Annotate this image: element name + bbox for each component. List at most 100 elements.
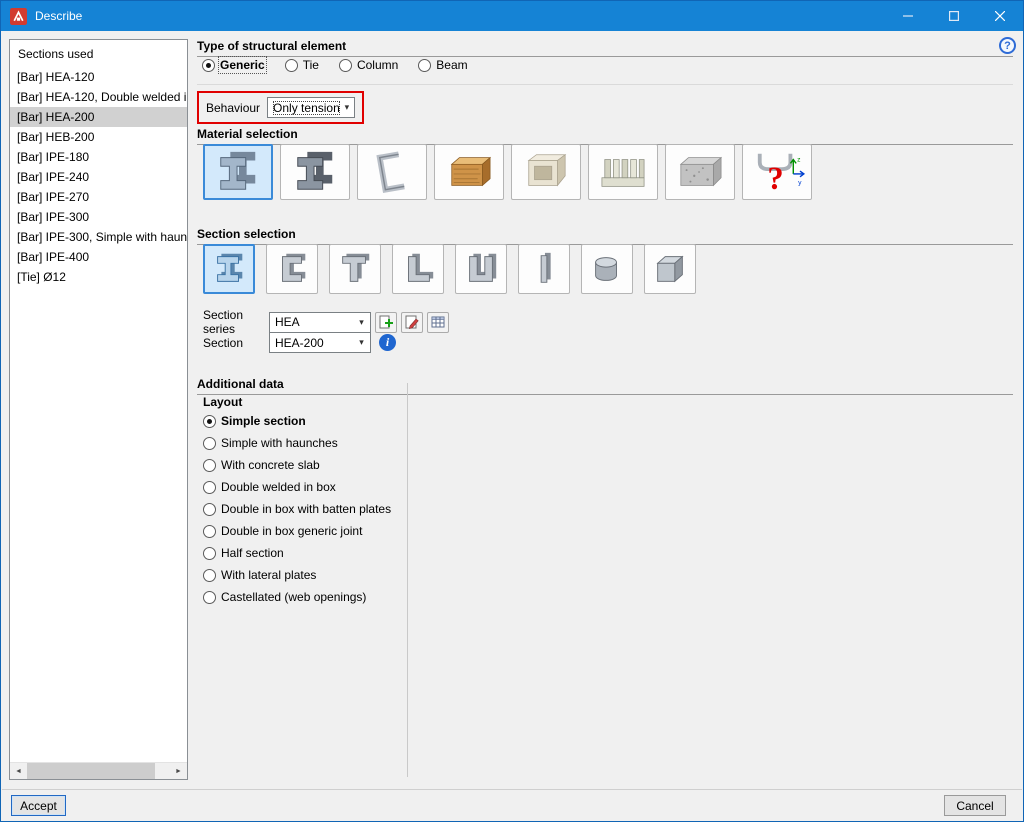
add-series-button[interactable] [375, 312, 397, 333]
footer-separator [2, 789, 1022, 790]
minimize-icon [903, 11, 913, 21]
describe-dialog: Describe ? Sections used [Bar] [0, 0, 1024, 822]
radio-icon [203, 525, 216, 538]
u-section-icon [460, 250, 502, 288]
list-item-label: [Tie] Ø12 [17, 270, 66, 284]
cancel-button[interactable]: Cancel [944, 795, 1006, 816]
radio-simple-section[interactable]: Simple section [203, 414, 391, 428]
radio-label: Simple section [221, 414, 306, 428]
scrollbar-thumb[interactable] [27, 763, 155, 779]
material-aluminium-button[interactable] [588, 144, 658, 200]
radio-label: Simple with haunches [221, 436, 338, 450]
section-label: Section [203, 336, 269, 350]
behaviour-select[interactable]: Only tension ▾ [267, 97, 355, 118]
material-selection-header: Material selection [197, 127, 1013, 145]
radio-beam[interactable]: Beam [418, 58, 467, 72]
radio-tie[interactable]: Tie [285, 58, 319, 72]
material-timber-button[interactable] [434, 144, 504, 200]
radio-with-lateral-plates[interactable]: With lateral plates [203, 568, 391, 582]
maximize-button[interactable] [931, 1, 977, 31]
undefined-material-icon: ? z y [748, 149, 806, 195]
scroll-right-icon[interactable]: ► [170, 763, 187, 779]
horizontal-scrollbar[interactable]: ◄ ► [10, 762, 187, 779]
radio-icon [339, 59, 352, 72]
section-row: Section HEA-200 ▾ i [203, 332, 396, 353]
list-item[interactable]: [Bar] HEB-200 [10, 127, 187, 147]
accept-button[interactable]: Accept [11, 795, 66, 816]
shape-channel-button[interactable] [266, 244, 318, 294]
shape-i-section-button[interactable] [203, 244, 255, 294]
list-item[interactable]: [Bar] IPE-240 [10, 167, 187, 187]
radio-icon [203, 569, 216, 582]
t-section-icon [334, 250, 376, 288]
list-item[interactable]: [Bar] IPE-400 [10, 247, 187, 267]
shape-round-bar-button[interactable] [581, 244, 633, 294]
material-cold-formed-steel-button[interactable] [357, 144, 427, 200]
list-item-label: [Bar] IPE-240 [17, 170, 89, 184]
radio-half-section[interactable]: Half section [203, 546, 391, 560]
welded-steel-icon [286, 149, 344, 195]
shape-square-bar-button[interactable] [644, 244, 696, 294]
list-item[interactable]: [Bar] HEA-120, Double welded in box [10, 87, 187, 107]
section-select[interactable]: HEA-200 ▾ [269, 332, 371, 353]
list-item-label: [Bar] IPE-300, Simple with haunches [17, 230, 187, 244]
behaviour-label: Behaviour [206, 101, 260, 115]
edit-series-button[interactable] [401, 312, 423, 333]
info-icon[interactable]: i [379, 334, 396, 351]
radio-simple-with-haunches[interactable]: Simple with haunches [203, 436, 391, 450]
section-selection-header: Section selection [197, 227, 1013, 245]
series-table-button[interactable] [427, 312, 449, 333]
i-section-icon [208, 250, 250, 288]
list-item[interactable]: [Bar] IPE-270 [10, 187, 187, 207]
material-rolled-steel-button[interactable] [203, 144, 273, 200]
radio-label: Generic [220, 58, 265, 72]
radio-label: Double welded in box [221, 480, 336, 494]
radio-label: With lateral plates [221, 568, 316, 582]
list-item[interactable]: [Bar] HEA-120 [10, 67, 187, 87]
sections-used-panel: Sections used [Bar] HEA-120 [Bar] HEA-12… [9, 39, 188, 780]
shape-angle-button[interactable] [392, 244, 444, 294]
radio-icon [203, 547, 216, 560]
sections-used-list: [Bar] HEA-120 [Bar] HEA-120, Double weld… [10, 67, 187, 287]
minimize-button[interactable] [885, 1, 931, 31]
list-item[interactable]: [Bar] HEA-200 [10, 107, 187, 127]
close-icon [995, 11, 1005, 21]
list-item-label: [Bar] HEB-200 [17, 130, 94, 144]
material-undefined-button[interactable]: ? z y [742, 144, 812, 200]
radio-icon [203, 437, 216, 450]
radio-label: Beam [436, 58, 467, 72]
material-concrete-button[interactable] [665, 144, 735, 200]
concrete-icon [671, 149, 729, 195]
radio-double-in-box-generic-joint[interactable]: Double in box generic joint [203, 524, 391, 538]
angle-section-icon [397, 250, 439, 288]
close-button[interactable] [977, 1, 1023, 31]
shape-t-section-button[interactable] [329, 244, 381, 294]
type-of-element-header: Type of structural element [197, 39, 1013, 57]
timber-icon [440, 149, 498, 195]
scroll-left-icon[interactable]: ◄ [10, 763, 27, 779]
radio-icon [202, 59, 215, 72]
additional-data-header: Additional data [197, 377, 1013, 395]
radio-column[interactable]: Column [339, 58, 398, 72]
shape-u-section-button[interactable] [455, 244, 507, 294]
list-item[interactable]: [Bar] IPE-300 [10, 207, 187, 227]
radio-label: Double in box generic joint [221, 524, 362, 538]
radio-generic[interactable]: Generic [202, 58, 265, 72]
list-item-label: [Bar] IPE-300 [17, 210, 89, 224]
svg-text:y: y [798, 179, 802, 186]
radio-castellated[interactable]: Castellated (web openings) [203, 590, 391, 604]
sections-used-header: Sections used [10, 40, 187, 67]
radio-with-concrete-slab[interactable]: With concrete slab [203, 458, 391, 472]
list-item[interactable]: [Tie] Ø12 [10, 267, 187, 287]
radio-double-welded-in-box[interactable]: Double welded in box [203, 480, 391, 494]
material-welded-steel-button[interactable] [280, 144, 350, 200]
edit-icon [404, 314, 420, 330]
list-item[interactable]: [Bar] IPE-300, Simple with haunches [10, 227, 187, 247]
maximize-icon [949, 11, 959, 21]
radio-double-in-box-batten-plates[interactable]: Double in box with batten plates [203, 502, 391, 516]
shape-flat-bar-button[interactable] [518, 244, 570, 294]
material-generic-button[interactable] [511, 144, 581, 200]
list-item[interactable]: [Bar] IPE-180 [10, 147, 187, 167]
section-series-select[interactable]: HEA ▾ [269, 312, 371, 333]
rolled-steel-icon [209, 149, 267, 195]
